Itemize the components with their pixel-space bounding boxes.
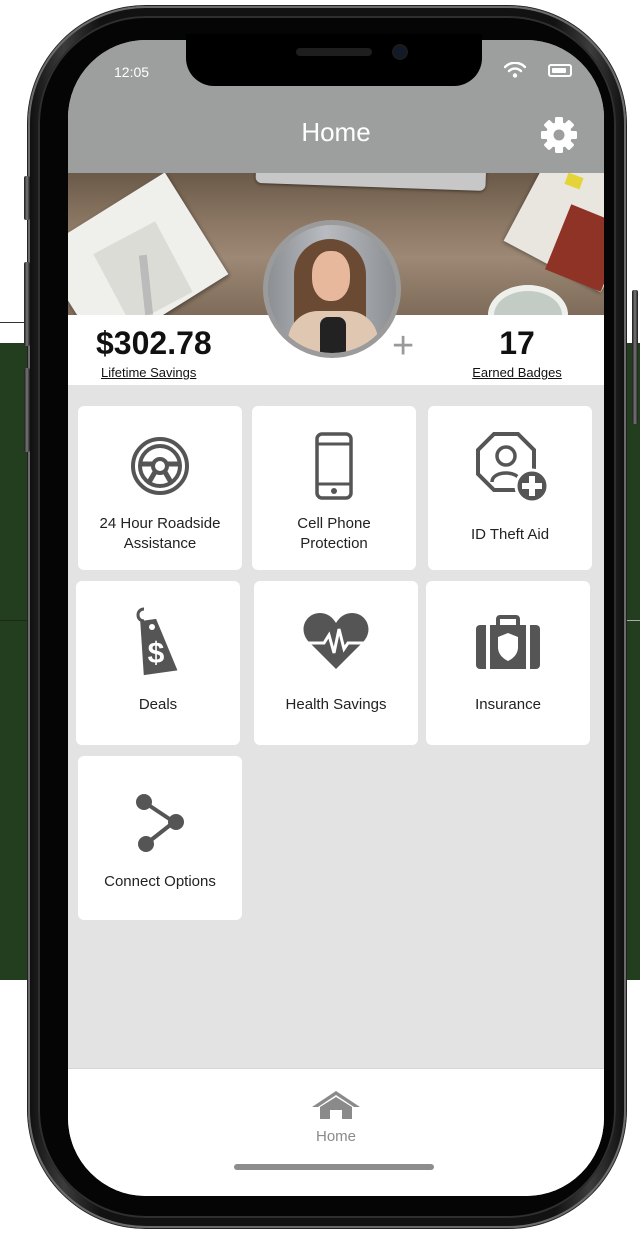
- tile-label-line1: 24 Hour Roadside: [99, 515, 221, 532]
- app-screen: 12:05 Home $302.78 Lifetime Savings 17 E…: [68, 40, 604, 1196]
- tile-icon-area: $: [76, 581, 240, 691]
- price-tag-icon: $: [136, 607, 178, 676]
- tile-icon-area: [78, 406, 242, 516]
- avatar[interactable]: [263, 220, 401, 358]
- earned-badges-value: 17: [499, 325, 535, 361]
- svg-text:$: $: [148, 637, 165, 670]
- tab-bar: Home: [68, 1068, 604, 1196]
- status-time: 12:05: [114, 64, 150, 80]
- wifi-icon: [504, 62, 526, 78]
- tile-icon-area: [78, 756, 242, 866]
- phone-mute-switch: [24, 176, 30, 220]
- cell-phone-icon: [315, 432, 353, 500]
- tile-label: Health Savings: [285, 696, 387, 713]
- tile-cell-phone-protection[interactable]: Cell Phone Protection: [252, 406, 416, 570]
- photo-coffee-cup: [488, 285, 568, 315]
- avatar-face: [312, 251, 350, 301]
- avatar-top: [320, 317, 346, 353]
- heartbeat-icon: [303, 613, 369, 669]
- phone-notch: [186, 34, 482, 86]
- earned-badges-link[interactable]: Earned Badges: [452, 365, 582, 380]
- tile-insurance[interactable]: Insurance: [426, 581, 590, 745]
- tile-health-savings[interactable]: Health Savings: [254, 581, 418, 745]
- id-theft-icon: [476, 432, 550, 504]
- home-indicator[interactable]: [234, 1164, 434, 1170]
- briefcase-shield-icon: [476, 615, 540, 669]
- front-camera: [394, 46, 406, 58]
- phone-power-button: [632, 290, 638, 424]
- photo-tablet: [255, 173, 487, 192]
- tile-label-line1: Cell Phone: [297, 515, 371, 532]
- lifetime-savings-value: $302.78: [96, 325, 212, 361]
- page-title: Home: [301, 117, 371, 147]
- tab-home[interactable]: Home: [68, 1128, 604, 1145]
- share-icon: [136, 794, 184, 852]
- battery-icon: [548, 64, 572, 77]
- tile-icon-area: [252, 406, 416, 516]
- tile-icon-area: [428, 406, 592, 516]
- tile-label: ID Theft Aid: [470, 526, 550, 543]
- tile-icon-area: [426, 581, 590, 691]
- phone-volume-up: [24, 262, 30, 346]
- gear-icon[interactable]: [540, 116, 578, 154]
- tile-label: Insurance: [475, 696, 541, 713]
- lifetime-savings-link[interactable]: Lifetime Savings: [101, 365, 196, 380]
- speaker-grille: [296, 48, 372, 56]
- steering-wheel-icon: [131, 437, 189, 495]
- home-icon[interactable]: [310, 1089, 362, 1121]
- tile-label-line2: Protection: [300, 535, 368, 552]
- tile-connect-options[interactable]: Connect Options: [78, 756, 242, 920]
- tile-label: Connect Options: [104, 873, 216, 890]
- tile-deals[interactable]: $ Deals: [76, 581, 240, 745]
- tile-id-theft-aid[interactable]: ID Theft Aid: [428, 406, 592, 570]
- tile-icon-area: [254, 581, 418, 691]
- tile-roadside-assistance[interactable]: 24 Hour Roadside Assistance: [78, 406, 242, 570]
- tile-label-line2: Assistance: [123, 535, 197, 552]
- add-photo-button[interactable]: +: [392, 327, 414, 365]
- tile-label: Deals: [138, 696, 178, 713]
- phone-volume-down: [24, 368, 30, 452]
